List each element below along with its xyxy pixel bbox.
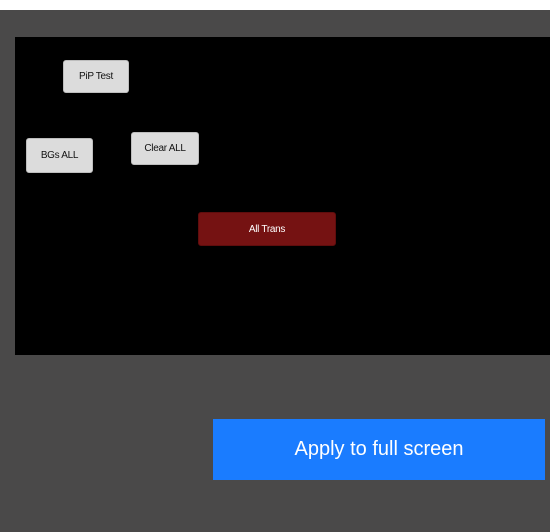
bgs-all-button[interactable]: BGs ALL xyxy=(26,138,93,173)
clear-all-button[interactable]: Clear ALL xyxy=(131,132,199,165)
all-trans-button[interactable]: All Trans xyxy=(198,212,336,246)
preview-canvas: PiP Test Clear ALL BGs ALL All Trans xyxy=(15,37,550,355)
apply-to-full-screen-button[interactable]: Apply to full screen xyxy=(213,419,545,480)
pip-test-button[interactable]: PiP Test xyxy=(63,60,129,93)
app-panel: PiP Test Clear ALL BGs ALL All Trans App… xyxy=(0,10,550,532)
